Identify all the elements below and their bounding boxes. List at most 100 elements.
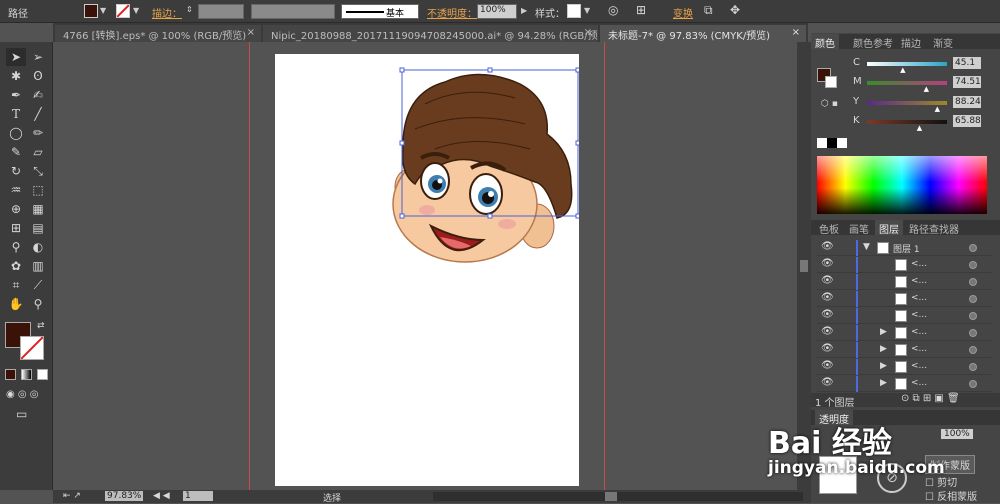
canvas-area[interactable] (53, 42, 797, 490)
tab-color-guide[interactable]: 颜色参考 (849, 34, 897, 50)
align-icon[interactable]: ⊞ (636, 3, 646, 17)
target-icon[interactable] (969, 312, 977, 320)
sublayer-name[interactable]: <... (911, 327, 927, 337)
artboard[interactable] (275, 54, 581, 486)
blend-tool-icon[interactable]: ◐ (28, 238, 48, 256)
channel-m-slider[interactable]: ▲ (867, 81, 947, 93)
tab-document-1[interactable]: 4766 [转换].eps* @ 100% (RGB/预览) × (55, 25, 261, 42)
channel-m-value[interactable]: 74.51 (953, 76, 981, 88)
hand-tool-icon[interactable]: ✋ (6, 295, 26, 313)
tab-pathfinder[interactable]: 路径查找器 (905, 220, 963, 236)
isolate-icon[interactable]: ⧉ (704, 3, 713, 18)
variable-width-dropdown[interactable] (251, 4, 335, 19)
tab-swatches[interactable]: 色板 (815, 220, 843, 236)
curvature-tool-icon[interactable]: ✍ (28, 86, 48, 104)
chevron-down-icon[interactable]: ▼ (133, 6, 139, 15)
channel-k-value[interactable]: 65.88 (953, 115, 981, 127)
target-icon[interactable] (969, 329, 977, 337)
color-mode-icon[interactable] (5, 369, 16, 380)
direct-selection-tool-icon[interactable]: ➢ (28, 48, 48, 66)
pencil-icon[interactable]: ✎ (6, 143, 26, 161)
chevron-down-icon[interactable]: ▼ (100, 6, 106, 15)
target-icon[interactable] (969, 244, 977, 252)
swap-colors-icon[interactable]: ⇄ (37, 321, 45, 331)
transparency-opacity-field[interactable]: 100% (941, 429, 973, 439)
chevron-right-icon[interactable]: ▶ (880, 344, 887, 354)
arrange-icon[interactable]: ✥ (730, 3, 740, 17)
gradient-tool-icon[interactable]: ▤ (28, 219, 48, 237)
page-field[interactable]: 1 (183, 491, 213, 501)
graph-tool-icon[interactable]: ▥ (28, 257, 48, 275)
visibility-eye-icon[interactable]: 👁 (821, 275, 834, 286)
slider-thumb-icon[interactable]: ▲ (900, 66, 905, 74)
pen-tool-icon[interactable]: ✒ (6, 86, 26, 104)
page-prev-icon[interactable]: ◀ ◀ (153, 491, 170, 501)
visibility-eye-icon[interactable]: 👁 (821, 241, 834, 252)
rotate-tool-icon[interactable]: ↻ (6, 162, 26, 180)
target-icon[interactable] (969, 346, 977, 354)
recolor-icon[interactable]: ◎ (608, 3, 618, 17)
out-of-gamut-icon[interactable]: ⬡ ▪ (821, 99, 838, 109)
slider-thumb-icon[interactable]: ▲ (935, 105, 940, 113)
chevron-down-icon[interactable]: ▼ (863, 242, 870, 252)
panel-stroke-swatch[interactable] (825, 76, 837, 88)
ellipse-tool-icon[interactable]: ◯ (6, 124, 26, 142)
tab-stroke[interactable]: 描边 (897, 34, 925, 50)
target-icon[interactable] (969, 363, 977, 371)
opacity-label[interactable]: 不透明度： (427, 5, 477, 20)
stroke-color-box[interactable] (20, 336, 44, 360)
eraser-icon[interactable]: ▱ (28, 143, 48, 161)
chevron-right-icon[interactable]: ▶ (880, 378, 887, 388)
sublayer-row[interactable]: 👁 ▶ <... (817, 342, 992, 358)
tab-layers[interactable]: 图层 (875, 220, 903, 236)
zoom-tool-icon[interactable]: ⚲ (28, 295, 48, 313)
lasso-icon[interactable]: ʘ (28, 67, 48, 85)
zoom-field[interactable]: 97.83% (105, 491, 144, 501)
close-icon[interactable]: × (584, 27, 592, 38)
selection-tool-icon[interactable]: ➤ (6, 48, 26, 66)
visibility-eye-icon[interactable]: 👁 (821, 309, 834, 320)
layer-actions-icons[interactable]: ⊙ ⧉ ⊞ ▣ 🗑 (901, 393, 960, 404)
tab-brushes[interactable]: 画笔 (845, 220, 873, 236)
screen-mode-icon[interactable]: ▭ (16, 407, 27, 421)
channel-y-value[interactable]: 88.24 (953, 96, 981, 108)
artboard-nav-icon[interactable]: ⇤ ↗ (63, 491, 81, 501)
brush-dropdown[interactable]: 基本 (341, 4, 419, 19)
sublayer-name[interactable]: <... (911, 344, 927, 354)
sublayer-row[interactable]: 👁 ▶ <... (817, 325, 992, 341)
sublayer-row[interactable]: 👁 <... (817, 291, 992, 307)
scroll-thumb[interactable] (800, 260, 808, 272)
sublayer-row[interactable]: 👁 ▶ <... (817, 376, 992, 392)
sublayer-name[interactable]: <... (911, 310, 927, 320)
target-icon[interactable] (969, 278, 977, 286)
channel-y-slider[interactable]: ▲ (867, 101, 947, 113)
tab-color[interactable]: 颜色 (811, 34, 839, 50)
layer-row[interactable]: 👁 ▼ 图层 1 (817, 240, 992, 256)
free-transform-icon[interactable]: ⬚ (28, 181, 48, 199)
shape-builder-icon[interactable]: ⊕ (6, 200, 26, 218)
fill-swatch[interactable] (84, 4, 98, 18)
slider-thumb-icon[interactable]: ▲ (917, 124, 922, 132)
slice-tool-icon[interactable]: ⟋ (28, 276, 48, 294)
tab-document-2[interactable]: Nipic_20180988_20171119094708245000.ai* … (263, 25, 598, 42)
stroke-swatch[interactable] (116, 4, 130, 18)
tab-gradient[interactable]: 渐变 (929, 34, 957, 50)
chevron-down-icon[interactable]: ▼ (584, 6, 590, 15)
mesh-tool-icon[interactable]: ⊞ (6, 219, 26, 237)
invert-mask-checkbox[interactable]: ☐ 反相蒙版 (925, 488, 977, 503)
drawing-mode-icon[interactable]: ◉ ◎ ◎ (6, 389, 39, 400)
artboard-tool-icon[interactable]: ⌗ (6, 276, 26, 294)
horizontal-scrollbar[interactable] (433, 492, 803, 501)
sublayer-name[interactable]: <... (911, 378, 927, 388)
gradient-mode-icon[interactable] (21, 369, 32, 380)
chevron-right-icon[interactable]: ▶ (880, 361, 887, 371)
channel-c-value[interactable]: 45.1 (953, 57, 981, 69)
visibility-eye-icon[interactable]: 👁 (821, 360, 834, 371)
quick-swatches[interactable] (817, 138, 847, 148)
graphic-style-swatch[interactable] (567, 4, 581, 18)
target-icon[interactable] (969, 380, 977, 388)
magic-wand-icon[interactable]: ✱ (6, 67, 26, 85)
stroke-weight-field[interactable] (198, 4, 244, 19)
sublayer-name[interactable]: <... (911, 361, 927, 371)
line-tool-icon[interactable]: ╱ (28, 105, 48, 123)
